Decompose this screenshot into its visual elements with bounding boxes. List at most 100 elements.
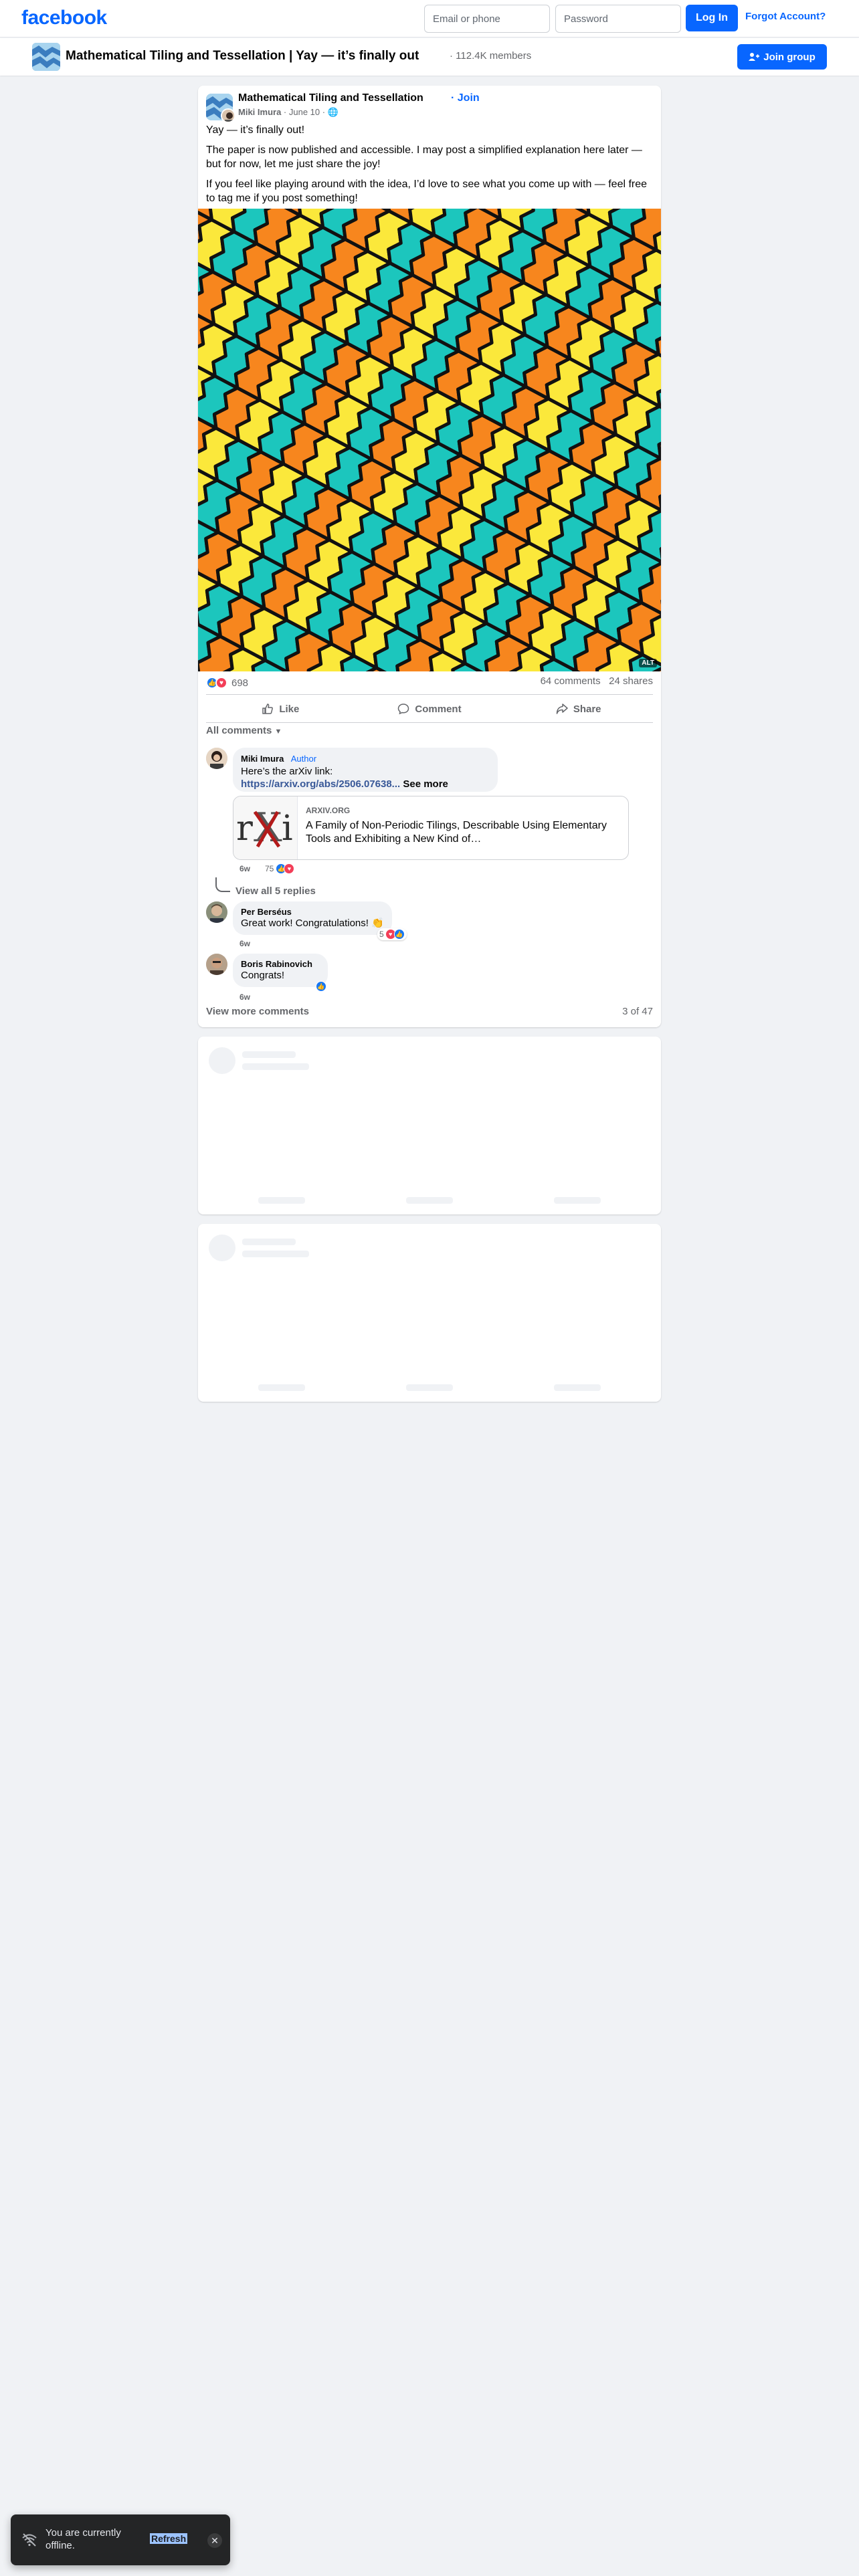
author-badge: Author <box>290 754 317 764</box>
reply-thread-line <box>215 877 230 892</box>
post-card: Mathematical Tiling and Tessellation · J… <box>198 86 661 1027</box>
close-icon[interactable]: ✕ <box>207 2533 222 2548</box>
preview-title: A Family of Non-Periodic Tilings, Descri… <box>306 820 607 845</box>
like-label: Like <box>279 703 300 715</box>
commenter-name[interactable]: Miki Imura <box>241 754 284 764</box>
post-text: Yay — it’s finally out! The paper is now… <box>206 123 653 211</box>
join-group-button[interactable]: Join group <box>737 44 827 70</box>
divider <box>206 722 653 723</box>
top-navigation: facebook Log In Forgot Account? <box>0 0 859 37</box>
svg-text:i: i <box>282 809 293 849</box>
see-more-link[interactable]: See more <box>403 778 448 790</box>
wifi-off-icon <box>22 2533 37 2547</box>
loading-post-placeholder <box>198 1037 661 1214</box>
comment-label: Comment <box>415 703 462 715</box>
comment-reactions[interactable]: 75 👍 ♥ <box>265 863 295 875</box>
comment-sort-dropdown[interactable]: All comments ▼ <box>206 725 282 736</box>
link-preview-card[interactable]: r X i ARXIV.ORG A Family of Non-Periodic… <box>233 796 629 860</box>
post-join-link[interactable]: · Join <box>451 92 480 104</box>
like-button[interactable]: Like <box>206 695 355 722</box>
post-paragraph: If you feel like playing around with the… <box>206 179 648 204</box>
skeleton-line <box>406 1197 453 1204</box>
comments-count[interactable]: 64 comments <box>541 675 601 687</box>
post-author-name[interactable]: Miki Imura <box>238 107 281 117</box>
group-member-count: · 112.4K members <box>450 50 532 62</box>
post-paragraph: Yay — it’s finally out! <box>206 124 305 136</box>
view-more-comments-link[interactable]: View more comments <box>206 1006 309 1017</box>
svg-text:r: r <box>236 809 253 849</box>
arxiv-link[interactable]: https://arxiv.org/abs/2506.07638... <box>241 778 400 790</box>
love-reaction-icon: ♥ <box>284 863 295 874</box>
divider <box>206 694 653 695</box>
post-actions: Like Comment Share <box>206 695 653 722</box>
post-stats: 64 comments 24 shares <box>541 675 653 687</box>
comment-bubble: Boris Rabinovich Congrats! <box>233 954 328 987</box>
alt-text-badge[interactable]: ALT <box>639 659 657 667</box>
reaction-summary[interactable]: 👍 ♥ 698 <box>206 675 248 690</box>
author-avatar[interactable] <box>221 108 235 123</box>
comment-reactions[interactable]: 👍 <box>316 980 326 992</box>
comment-text: Great work! Congratulations! 👏 <box>241 918 384 929</box>
skeleton-line <box>242 1063 309 1070</box>
password-field[interactable] <box>555 5 681 33</box>
comment-bubble: Miki Imura Author Here’s the arXiv link:… <box>233 748 498 792</box>
shares-count[interactable]: 24 shares <box>609 675 653 687</box>
share-icon <box>556 704 568 714</box>
comment-time[interactable]: 6w <box>240 864 250 873</box>
post-image-tiling[interactable]: ALT <box>198 209 661 671</box>
skeleton-line <box>242 1239 296 1245</box>
loading-post-placeholder <box>198 1224 661 1402</box>
comment-sort-label: All comments <box>206 725 272 736</box>
reaction-count: 698 <box>231 677 249 689</box>
skeleton-avatar <box>209 1235 235 1261</box>
comment-reaction-count: 5 <box>379 930 384 939</box>
skeleton-line <box>554 1384 601 1391</box>
offline-toast: You are currently offline. Refresh ✕ <box>11 2514 230 2565</box>
comment-icon <box>398 704 409 715</box>
join-group-icon <box>749 53 760 61</box>
like-reaction-icon: 👍 <box>393 929 405 940</box>
skeleton-line <box>242 1251 309 1257</box>
skeleton-avatar <box>209 1047 235 1074</box>
join-group-label: Join group <box>763 51 816 63</box>
comment-reactions[interactable]: 5 ♥ 👍 <box>377 928 407 940</box>
comment-button[interactable]: Comment <box>355 695 504 722</box>
group-header-bar: Mathematical Tiling and Tessellation | Y… <box>0 38 859 76</box>
post-meta: Miki Imura · June 10 · 🌐 <box>238 107 339 118</box>
comment-reaction-count: 75 <box>265 864 274 873</box>
comment-time[interactable]: 6w <box>240 939 250 948</box>
facebook-logo[interactable]: facebook <box>21 7 107 29</box>
commenter-avatar[interactable] <box>206 901 227 923</box>
post-date[interactable]: · June 10 · <box>284 107 325 117</box>
email-field[interactable] <box>424 5 550 33</box>
share-label: Share <box>573 703 601 715</box>
skeleton-line <box>554 1197 601 1204</box>
refresh-button[interactable]: Refresh <box>150 2533 188 2544</box>
share-button[interactable]: Share <box>504 695 653 722</box>
forgot-account-link[interactable]: Forgot Account? <box>745 11 826 22</box>
login-button[interactable]: Log In <box>686 5 738 31</box>
chevron-down-icon: ▼ <box>274 728 282 736</box>
skeleton-line <box>258 1384 305 1391</box>
arxiv-logo: r X i <box>233 796 298 859</box>
commenter-name[interactable]: Per Berséus <box>241 907 384 917</box>
group-thumbnail[interactable] <box>32 43 60 71</box>
commenter-avatar[interactable] <box>206 748 227 769</box>
view-replies-link[interactable]: View all 5 replies <box>235 885 316 897</box>
offline-message: You are currently offline. <box>45 2527 121 2551</box>
love-reaction-icon: ♥ <box>215 677 227 689</box>
comment-bubble: Per Berséus Great work! Congratulations!… <box>233 901 392 935</box>
comment-time[interactable]: 6w <box>240 992 250 1002</box>
comment-text: Here’s the arXiv link: <box>241 766 333 777</box>
skeleton-line <box>406 1384 453 1391</box>
preview-domain: ARXIV.ORG <box>306 806 351 815</box>
thumbs-up-icon <box>262 704 274 714</box>
commenter-name[interactable]: Boris Rabinovich <box>241 959 320 969</box>
globe-icon: 🌐 <box>327 107 339 117</box>
group-title[interactable]: Mathematical Tiling and Tessellation | Y… <box>66 49 419 64</box>
post-paragraph: The paper is now published and accessibl… <box>206 144 642 170</box>
skeleton-line <box>258 1197 305 1204</box>
comment-text: Congrats! <box>241 970 285 981</box>
commenter-avatar[interactable] <box>206 954 227 975</box>
post-group-name[interactable]: Mathematical Tiling and Tessellation <box>238 92 423 104</box>
